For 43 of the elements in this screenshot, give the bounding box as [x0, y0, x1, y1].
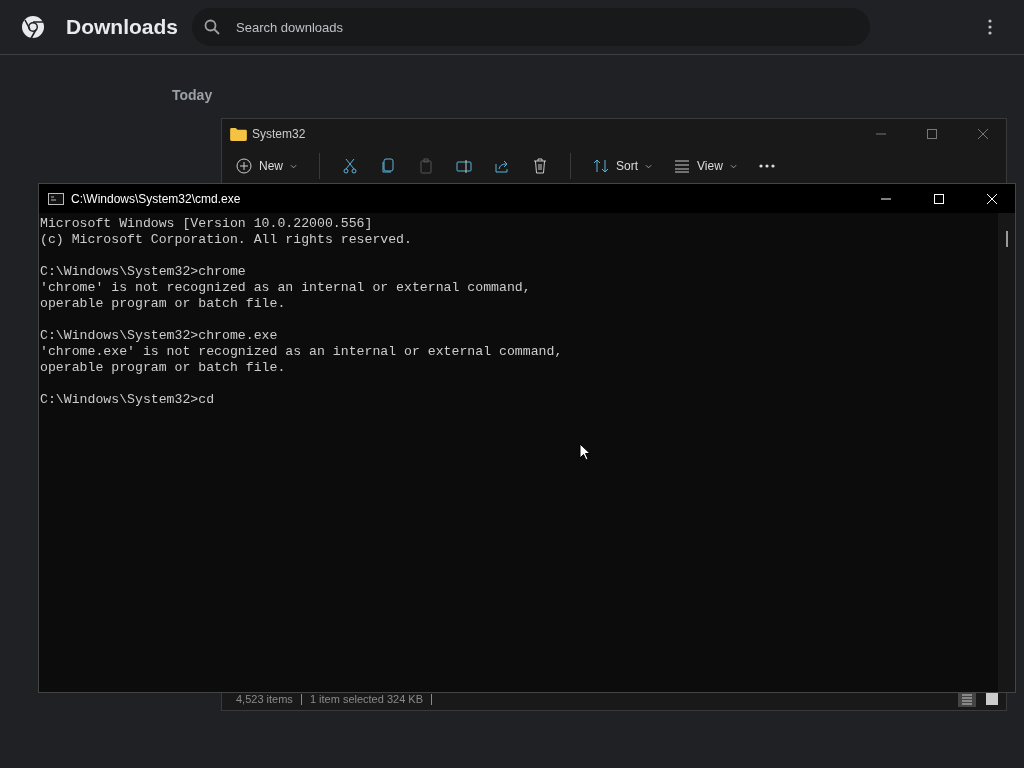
terminal-line: Microsoft Windows [Version 10.0.22000.556] [40, 216, 373, 232]
scissors-icon[interactable] [342, 158, 358, 174]
more-menu-icon[interactable] [988, 19, 992, 35]
window-title: C:\Windows\System32\cmd.exe [71, 191, 241, 206]
close-icon [978, 129, 988, 139]
trash-icon[interactable] [532, 158, 548, 174]
scrollbar-thumb[interactable] [1005, 231, 1008, 247]
terminal-line: C:\Windows\System32>cd [40, 392, 215, 408]
more-options-icon[interactable] [758, 164, 775, 168]
sort-button[interactable]: Sort [593, 158, 653, 174]
item-count: 4,523 items [236, 693, 293, 705]
tiles-view-icon[interactable] [984, 691, 1000, 707]
folder-icon [230, 127, 247, 141]
view-button[interactable]: View [674, 158, 737, 174]
plus-icon [236, 158, 252, 174]
close-icon [987, 193, 997, 204]
selection-info: 1 item selected 324 KB [309, 693, 423, 705]
terminal-line: operable program or batch file. [40, 360, 286, 376]
copy-icon[interactable] [380, 158, 396, 174]
new-button[interactable]: New [236, 158, 297, 174]
terminal-line: 'chrome.exe' is not recognized as an internal or external command, [40, 344, 563, 360]
terminal-line: operable program or batch file. [40, 296, 286, 312]
terminal-line: C:\Windows\System32>chrome [40, 264, 246, 280]
window-title: System32 [252, 127, 306, 141]
mouse-pointer-icon [579, 443, 591, 461]
maximize-icon [934, 193, 944, 204]
caret-icon [290, 163, 297, 169]
search-field[interactable]: Search downloads [192, 8, 870, 46]
lines-icon [674, 158, 691, 174]
rename-icon[interactable] [456, 158, 472, 174]
page-title: Downloads [66, 15, 178, 39]
maximize-icon [927, 129, 937, 139]
browser-logo-icon [21, 15, 45, 39]
terminal-line: 'chrome' is not recognized as an internal or external command, [40, 280, 531, 296]
section-heading: Today [172, 87, 213, 103]
caret-icon [729, 163, 737, 169]
terminal-line: C:\Windows\System32>chrome.exe [40, 328, 278, 344]
clipboard-icon[interactable] [418, 158, 434, 174]
terminal-line: (c) Microsoft Corporation. All rights reserved. [40, 232, 412, 248]
terminal-icon [48, 192, 64, 205]
up-down-arrows-icon [593, 158, 609, 174]
share-icon[interactable] [494, 158, 510, 174]
caret-icon [645, 163, 653, 169]
